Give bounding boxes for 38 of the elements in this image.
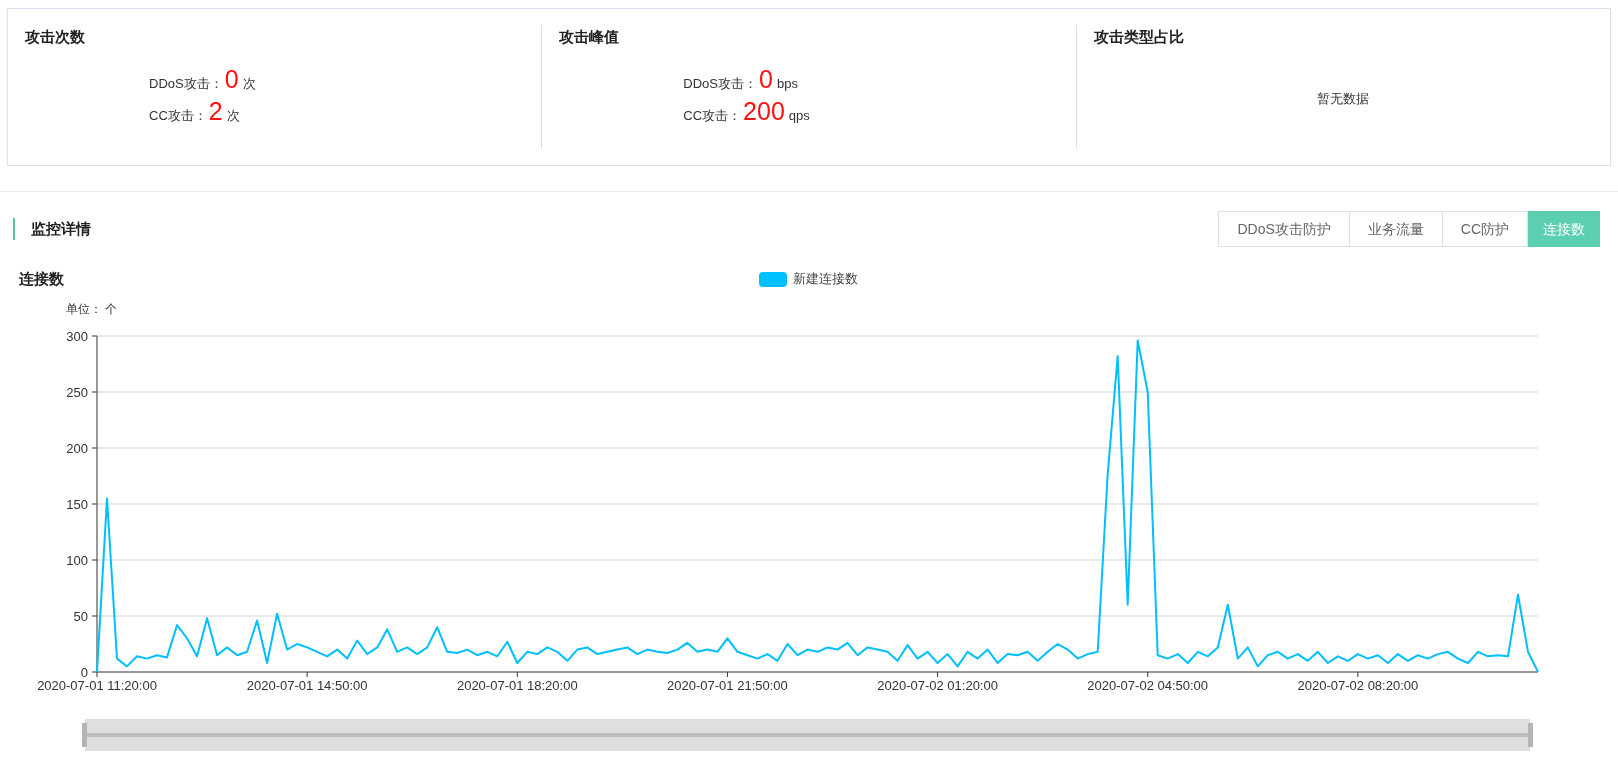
section-accent-bar [13, 218, 15, 240]
x-axis-label: 2020-07-02 01:20:00 [877, 678, 998, 693]
section-title: 监控详情 [31, 218, 91, 239]
tab[interactable]: DDoS攻击防护 [1218, 211, 1350, 247]
stat-unit: 次 [226, 106, 240, 125]
stat-value: 2 [208, 98, 223, 124]
x-axis-label: 2020-07-01 21:50:00 [667, 678, 788, 693]
x-axis-label: 2020-07-02 04:50:00 [1087, 678, 1209, 693]
y-axis-label: 300 [66, 329, 88, 344]
tab[interactable]: 业务流量 [1349, 211, 1443, 247]
tab[interactable]: CC防护 [1442, 211, 1528, 247]
empty-state-text: 暂无数据 [1317, 89, 1370, 108]
stat-label: CC攻击： [683, 106, 742, 125]
y-axis-label: 200 [66, 441, 88, 456]
y-axis-label: 150 [66, 497, 88, 512]
stat-value: 0 [759, 66, 773, 92]
stat-label: DDoS攻击： [683, 74, 757, 93]
stat-unit: 次 [242, 74, 256, 93]
stat-title: 攻击次数 [25, 27, 85, 47]
stat-value: 0 [224, 66, 239, 92]
y-axis-label: 100 [66, 553, 88, 568]
y-axis-label: 0 [80, 665, 88, 680]
y-axis-label: 250 [66, 385, 88, 400]
chart-title: 连接数 [19, 268, 65, 289]
stat-unit: qps [788, 106, 810, 125]
x-axis-label: 2020-07-01 11:20:00 [37, 678, 157, 693]
x-axis-label: 2020-07-01 14:50:00 [246, 678, 368, 693]
legend-label[interactable]: 新建连接数 [793, 269, 859, 289]
y-axis-unit-label: 单位： 个 [66, 302, 118, 316]
x-axis-label: 2020-07-02 08:20:00 [1297, 678, 1419, 693]
y-axis-label: 50 [73, 609, 88, 624]
stat-value: 200 [743, 98, 785, 124]
x-axis-label: 2020-07-01 18:20:00 [456, 678, 578, 693]
stat-title: 攻击峰值 [559, 27, 620, 47]
stat-title: 攻击类型占比 [1093, 27, 1184, 47]
stat-unit: bps [776, 74, 798, 93]
stat-label: DDoS攻击： [149, 74, 223, 93]
stat-label: CC攻击： [149, 106, 207, 125]
